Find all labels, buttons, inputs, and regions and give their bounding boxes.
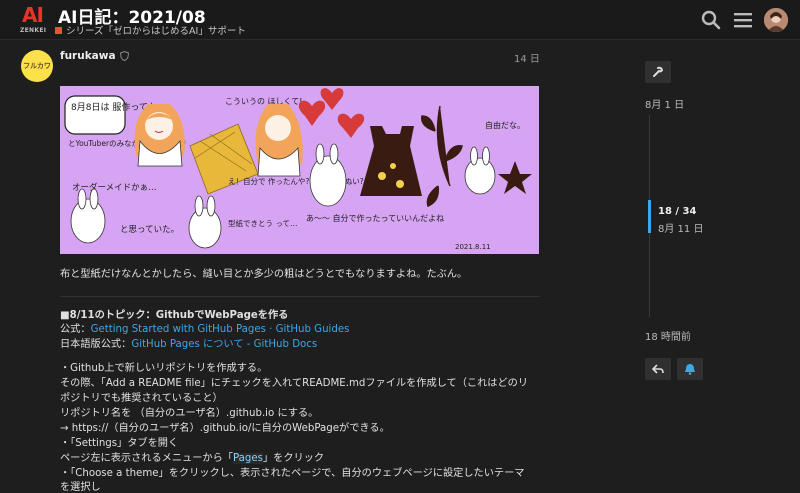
shield-icon <box>119 51 129 61</box>
step-line: ・「Settings」タブを開く <box>60 438 179 449</box>
logo-subtext: ZENKEI <box>20 27 47 34</box>
topic-timeline: 8月 1 日 18 / 34 8月 11 日 18 時間前 <box>640 0 800 493</box>
jp-official-line: 日本語版公式：GitHub Pages について - GitHub Docs <box>60 337 540 352</box>
post-line-1: 布と型紙だけなんとかしたら、縫い目とか多少の粗はどうとでもなりますよね。たぶん。 <box>60 269 468 280</box>
step-line-pages: ページ左に表示されるメニューから「Pages」をクリック <box>60 451 540 466</box>
timeline-start-date[interactable]: 8月 1 日 <box>645 96 684 111</box>
step-line: ・Github上で新しいリポジトリを作成する。 <box>60 363 268 374</box>
avatar-text: フルカワ <box>23 62 51 70</box>
topic-heading: ■8/11のトピック：GithubでWebPageを作る <box>60 310 289 321</box>
note-5: と思っていた。 <box>120 225 179 235</box>
timeline-progress: 18 / 34 <box>658 206 697 217</box>
logo-mark: AI <box>22 3 44 27</box>
category-color-square <box>55 26 62 34</box>
post-author[interactable]: furukawa <box>60 50 129 62</box>
step-pages-prefix: ページ左に表示されるメニューから「 <box>60 453 233 464</box>
step-line: を選択し <box>60 482 101 493</box>
official-label: 公式： <box>60 324 91 335</box>
bell-icon <box>685 364 695 375</box>
step-line: ・「Choose a theme」をクリックし、表示されたページで、自分のウェブ… <box>60 468 525 479</box>
category-badge[interactable]: シリーズ「ゼロからはじめるAI」サポート <box>55 23 246 37</box>
post-illustration[interactable]: 8月8日は 服作ってた とYouTuberのみなが 言ってたので オーダーメイド… <box>60 86 539 254</box>
official-link[interactable]: Getting Started with GitHub Pages · GitH… <box>91 324 350 335</box>
category-name: シリーズ「ゼロからはじめるAI」サポート <box>66 26 246 37</box>
note-8: あ〜〜 自分で作ったっていいんだよね <box>306 213 444 223</box>
timeline-last-activity[interactable]: 18 時間前 <box>645 328 691 343</box>
jp-label: 日本語版公式： <box>60 339 132 350</box>
step-line: → https://（自分のユーザ名）.github.io/に自分のWebPag… <box>60 423 390 434</box>
official-line: 公式：Getting Started with GitHub Pages · G… <box>60 322 540 337</box>
timeline-current-date: 8月 11 日 <box>658 224 704 235</box>
wrench-icon <box>653 66 664 77</box>
admin-wrench-button[interactable] <box>645 61 671 83</box>
reply-icon <box>652 364 664 374</box>
step-line: リポジトリ名を （自分のユーザ名）.github.io にする。 <box>60 408 319 419</box>
post-author-avatar[interactable]: フルカワ <box>21 50 53 82</box>
step-line: ポジトリでも推奨されていること） <box>60 393 223 404</box>
note-7: 型紙できとう って… <box>228 218 298 228</box>
post-date[interactable]: 14 日 <box>514 50 540 65</box>
step-line: その際、「Add a README file」にチェックを入れてREADME.m… <box>60 378 529 389</box>
site-logo[interactable]: AI ZENKEI <box>20 4 50 36</box>
jp-link[interactable]: GitHub Pages について - GitHub Docs <box>131 339 317 350</box>
note-9: 自由だな。 <box>485 120 525 130</box>
notification-button[interactable] <box>677 358 703 380</box>
divider <box>60 296 540 297</box>
username: furukawa <box>60 50 116 62</box>
timeline-handle[interactable] <box>648 200 651 233</box>
step-pages-suffix: 」をクリック <box>262 453 325 464</box>
reply-button[interactable] <box>645 358 671 380</box>
pages-keyword: Pages <box>232 453 263 464</box>
note-2: こういうの ほしくて! <box>225 97 303 106</box>
illustration-date: 2021.8.11 <box>455 243 491 251</box>
